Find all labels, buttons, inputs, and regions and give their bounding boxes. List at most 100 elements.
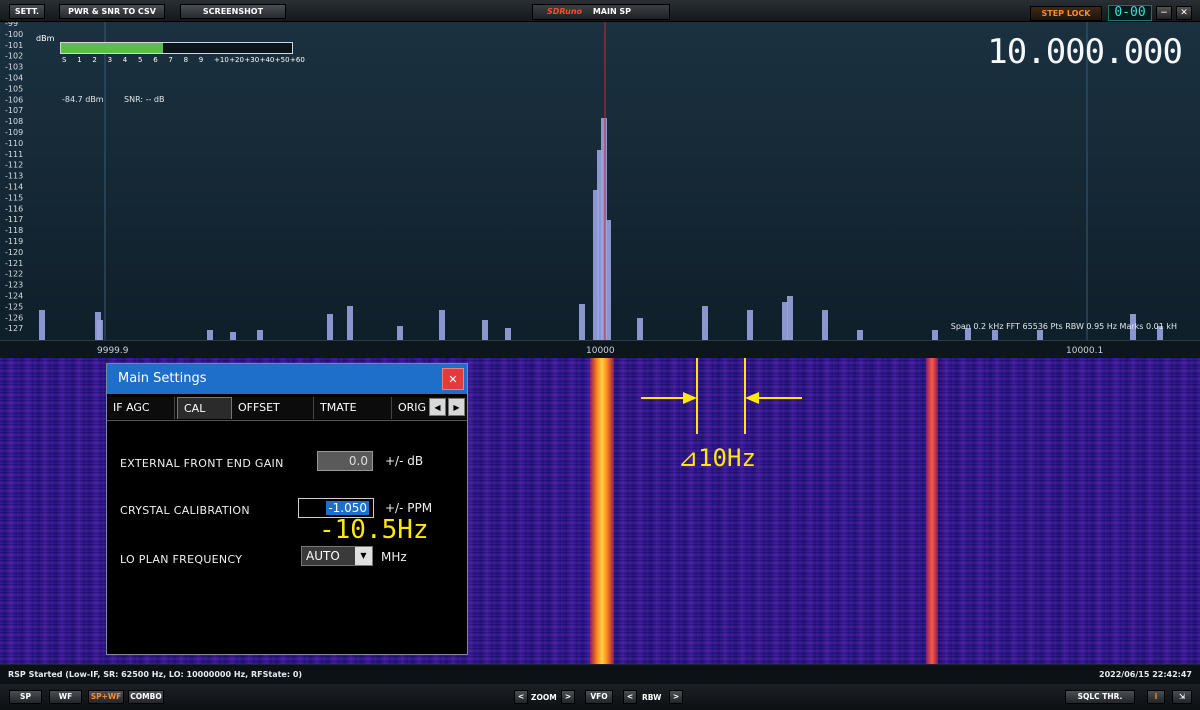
db-tick-label: -100	[5, 30, 23, 39]
db-tick-label: -126	[5, 313, 23, 322]
db-tick-label: -118	[5, 226, 23, 235]
s-meter-scale: S 1 2 3 4 5 6 7 8 9 +10 +20 +30 +40 +50 +60	[60, 56, 305, 66]
spectrum-peak	[932, 330, 938, 340]
spectrum-peak	[257, 330, 263, 340]
tab-offset[interactable]: OFFSET	[232, 397, 314, 419]
zoom-out-button[interactable]: <	[514, 690, 528, 704]
tab-if-agc[interactable]: IF AGC	[107, 397, 175, 419]
db-tick-label: -106	[5, 95, 23, 104]
rbw-label: RBW	[642, 693, 662, 702]
ext-gain-label: EXTERNAL FRONT END GAIN	[120, 457, 284, 470]
s-meter-tick: 5	[138, 56, 143, 64]
screenshot-button[interactable]: SCREENSHOT	[180, 4, 286, 19]
status-bar: RSP Started (Low-IF, SR: 62500 Hz, LO: 1…	[0, 664, 1200, 684]
spectrum-info: Span 0.2 kHz FFT 65536 Pts RBW 0.95 Hz M…	[950, 322, 1177, 331]
dialog-close-button[interactable]: ✕	[442, 368, 464, 390]
spectrum-peak	[482, 320, 488, 340]
s-meter-tick: S	[62, 56, 67, 64]
s-meter-tick: +60	[290, 56, 305, 64]
crystal-cal-value: -1.050	[326, 501, 369, 515]
pwr-snr-csv-button[interactable]: PWR & SNR TO CSV	[59, 4, 165, 19]
s-meter-tick: 1	[77, 56, 82, 64]
wf-button[interactable]: WF	[49, 690, 82, 704]
crystal-cal-label: CRYSTAL CALIBRATION	[120, 504, 250, 517]
spectrum-peak	[702, 306, 708, 340]
channel-digits: 0-00	[1108, 5, 1152, 21]
s-meter-tick: +20	[229, 56, 244, 64]
window-title: MAIN SP	[592, 7, 632, 16]
s-meter-tick: 9	[198, 56, 204, 64]
s-meter-tick: 3	[107, 56, 113, 64]
chevron-down-icon[interactable]: ▼	[355, 547, 372, 565]
db-tick-label: -101	[5, 41, 23, 50]
settings-button[interactable]: SETT.	[9, 4, 45, 19]
db-tick-label: -124	[5, 292, 23, 301]
freq-tick-label: 10000	[586, 346, 615, 356]
db-tick-label: -114	[5, 183, 23, 192]
db-tick-label: -125	[5, 302, 23, 311]
s-meter-tick: +30	[244, 56, 260, 64]
rbw-next-button[interactable]: >	[669, 690, 683, 704]
s-meter-tick: 4	[122, 56, 128, 64]
zoom-in-button[interactable]: >	[561, 690, 575, 704]
minimize-button[interactable]: −	[1156, 6, 1172, 20]
spectrum-display[interactable]: -99 -100 -101 -102 -103 -104 -105 -106 -107 -108 -…	[0, 19, 1200, 340]
db-tick-label: -99	[5, 22, 18, 28]
tab-cal[interactable]: CAL	[177, 397, 232, 419]
resize-icon[interactable]: ⇲	[1172, 690, 1192, 704]
tab-orig[interactable]: ORIG	[392, 397, 432, 419]
spectrum-peak	[1037, 330, 1043, 340]
frequency-axis: 9999.9 10000 10000.1	[0, 340, 1200, 358]
spectrum-peak	[439, 310, 445, 340]
sqlc-thr-button[interactable]: SQLC THR.	[1065, 690, 1135, 704]
db-tick-label: -107	[5, 106, 23, 115]
dbm-unit-label: dBm	[36, 34, 55, 43]
zoom-label: ZOOM	[531, 693, 557, 702]
lo-plan-label: LO PLAN FREQUENCY	[120, 553, 243, 566]
spectrum-peak	[207, 330, 213, 340]
cal-panel: EXTERNAL FRONT END GAIN 0.0 +/- dB CRYST…	[107, 420, 467, 654]
window-brand: SDRuno MAIN SP	[532, 4, 670, 20]
spectrum-peak	[579, 304, 585, 340]
tab-scroll-left-icon[interactable]: ◀	[429, 398, 446, 416]
spectrum-peak	[230, 332, 236, 340]
db-tick-label: -117	[5, 215, 23, 224]
combo-button[interactable]: COMBO	[128, 690, 164, 704]
main-settings-dialog: Main Settings ✕ IF AGC CAL OFFSET TMATE …	[106, 363, 468, 655]
tab-scroll-right-icon[interactable]: ▶	[448, 398, 465, 416]
tab-tmate[interactable]: TMATE	[314, 397, 392, 419]
spectrum-peak	[822, 310, 828, 340]
db-tick-label: -102	[5, 52, 23, 61]
sp-wf-button[interactable]: SP+WF	[88, 690, 124, 704]
vfo-button[interactable]: VFO	[585, 690, 613, 704]
db-tick-label: -112	[5, 161, 23, 170]
db-tick-label: -103	[5, 63, 23, 72]
delta-annotation: ⊿10Hz	[678, 444, 756, 472]
rbw-prev-button[interactable]: <	[623, 690, 637, 704]
ext-gain-unit: +/- dB	[385, 454, 424, 468]
frequency-display[interactable]: 10.000.000	[987, 32, 1183, 72]
db-tick-label: -104	[5, 74, 23, 83]
lo-plan-unit: MHz	[381, 550, 407, 564]
close-window-button[interactable]: ✕	[1176, 6, 1192, 20]
db-tick-label: -105	[5, 84, 23, 93]
title-bar: SETT. PWR & SNR TO CSV SCREENSHOT SDRuno…	[0, 0, 1200, 22]
offset-annotation: -10.5Hz	[319, 515, 429, 545]
sp-button[interactable]: SP	[9, 690, 42, 704]
freq-tick-label: 10000.1	[1066, 346, 1104, 356]
db-tick-label: -123	[5, 281, 23, 290]
spectrum-peak	[327, 314, 333, 340]
ext-gain-input[interactable]: 0.0	[317, 451, 373, 471]
step-lock-button[interactable]: STEP LOCK	[1030, 6, 1102, 21]
s-meter-fill	[61, 43, 163, 53]
spectrum-peak	[747, 310, 753, 340]
status-message: RSP Started (Low-IF, SR: 62500 Hz, LO: 1…	[8, 670, 303, 679]
db-tick-label: -119	[5, 237, 23, 246]
spectrum-peak	[39, 310, 45, 340]
spectrum-peak	[505, 328, 511, 340]
db-tick-label: -113	[5, 172, 23, 181]
lo-plan-select[interactable]: AUTO ▼	[301, 546, 373, 566]
info-icon[interactable]: i	[1147, 690, 1165, 704]
db-tick-label: -122	[5, 270, 23, 279]
db-tick-label: -116	[5, 204, 23, 213]
